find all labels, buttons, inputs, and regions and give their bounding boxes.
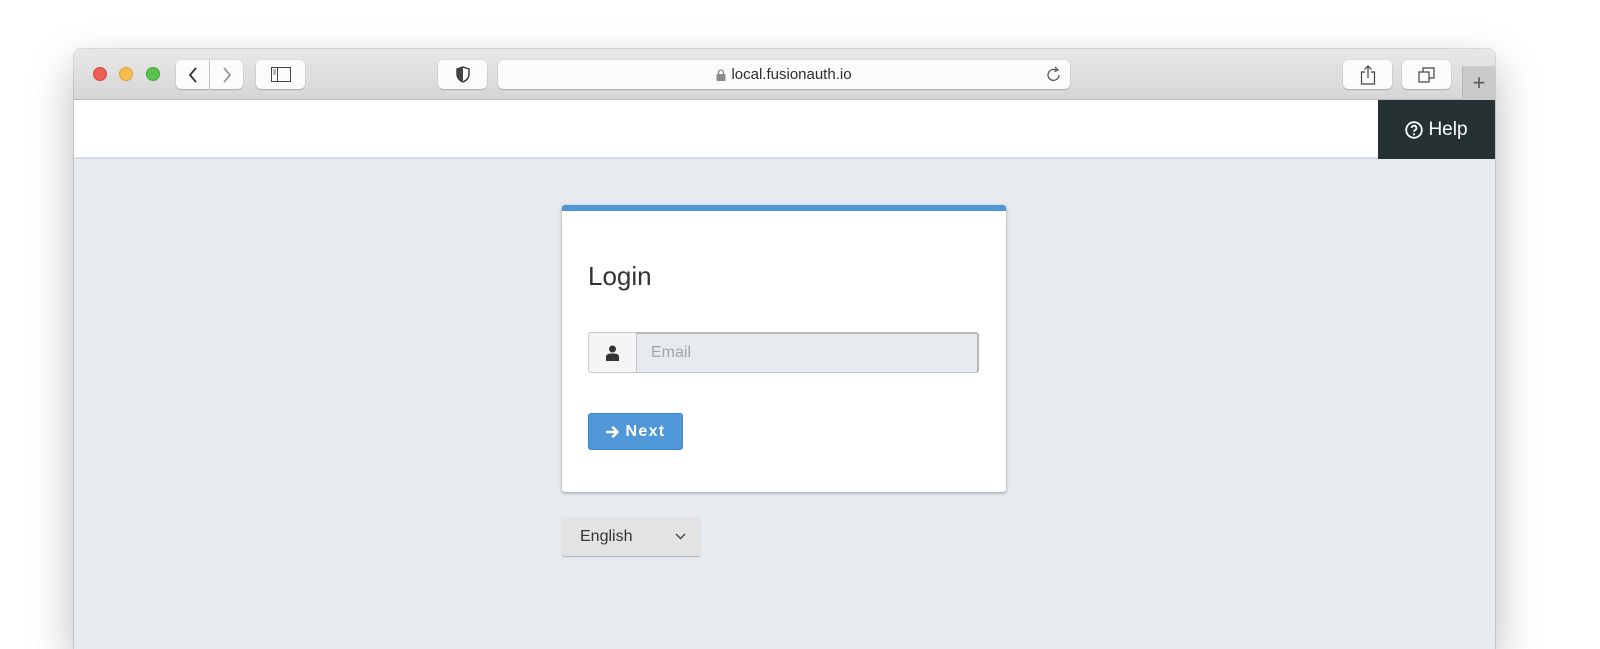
browser-window: local.fusionauth.io + Help Login Email N… (74, 49, 1495, 649)
browser-toolbar: local.fusionauth.io + (74, 49, 1495, 100)
email-addon (588, 332, 636, 373)
plus-icon: + (1472, 70, 1486, 95)
reload-icon (1047, 66, 1060, 81)
help-label: Help (1428, 118, 1468, 140)
locale-select[interactable]: English (562, 517, 700, 556)
back-button[interactable] (176, 60, 209, 89)
page-title: Login (588, 261, 652, 291)
help-button[interactable]: Help (1378, 100, 1495, 159)
question-circle-icon (1405, 120, 1424, 139)
lock-icon (716, 68, 726, 81)
page-content: Help Login Next English (74, 100, 1495, 649)
sidebar-toggle-button[interactable] (256, 60, 305, 89)
chevron-left-icon (188, 66, 197, 83)
show-tabs-button[interactable] (1402, 60, 1451, 89)
user-icon (606, 345, 619, 361)
close-window-button[interactable] (93, 67, 107, 81)
url-text: local.fusionauth.io (731, 66, 852, 83)
tabs-icon (1418, 66, 1435, 83)
arrow-right-icon (605, 425, 619, 438)
minimize-window-button[interactable] (119, 67, 133, 81)
next-label: Next (625, 422, 666, 440)
chevron-right-icon (222, 66, 231, 83)
address-bar[interactable]: local.fusionauth.io (498, 60, 1070, 89)
zoom-window-button[interactable] (146, 67, 160, 81)
top-navigation-bar: Help (74, 100, 1495, 159)
chevron-down-icon (675, 533, 686, 540)
email-input-group (588, 332, 979, 373)
forward-button[interactable] (210, 60, 243, 89)
share-icon (1360, 64, 1375, 85)
shield-icon (455, 66, 470, 83)
new-tab-button[interactable]: + (1462, 66, 1495, 100)
reload-button[interactable] (1046, 66, 1062, 87)
email-field[interactable] (636, 332, 979, 373)
privacy-report-button[interactable] (438, 60, 487, 89)
locale-selected-value: English (580, 527, 633, 545)
sidebar-icon (270, 67, 291, 82)
share-button[interactable] (1343, 60, 1392, 89)
login-panel: Login Next (562, 205, 1006, 492)
next-button[interactable]: Next (588, 413, 683, 450)
